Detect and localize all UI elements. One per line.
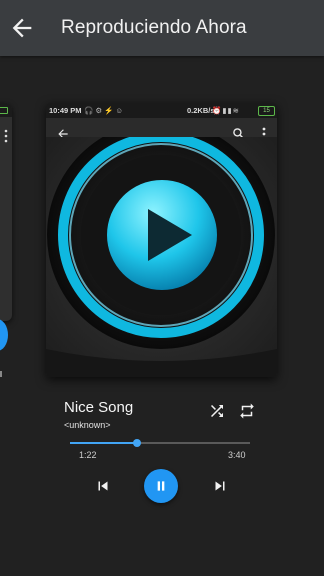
seek-progress	[70, 442, 138, 444]
song-title: Nice Song	[64, 399, 134, 416]
side-divider	[0, 371, 2, 377]
status-battery: 15	[258, 106, 275, 116]
side-play-button[interactable]	[0, 319, 8, 351]
seek-thumb[interactable]	[133, 439, 142, 447]
previous-track-card[interactable]	[0, 103, 12, 321]
song-artist: <unknown>	[64, 420, 111, 430]
total-time: 3:40	[228, 450, 246, 460]
skip-previous-icon[interactable]	[94, 477, 112, 495]
battery-icon	[0, 107, 8, 114]
side-status-bar	[0, 103, 12, 117]
status-system-icons: ⏰▮▮≋	[212, 106, 240, 115]
album-artwork	[46, 137, 277, 377]
status-notification-icons: 🎧⚙⚡☺	[84, 106, 126, 115]
status-speed: 0.2KB/s	[187, 106, 215, 115]
skip-next-icon[interactable]	[211, 477, 229, 495]
embedded-status-bar: 10:49 PM 🎧⚙⚡☺ 0.2KB/s ⏰▮▮≋ 15	[46, 103, 277, 118]
app-bar: Reproduciendo Ahora	[0, 0, 324, 56]
more-vert-icon	[4, 129, 8, 143]
shuffle-icon[interactable]	[208, 402, 226, 420]
pause-icon	[157, 481, 165, 491]
repeat-icon[interactable]	[238, 402, 256, 420]
page-title: Reproduciendo Ahora	[61, 17, 247, 38]
back-arrow-icon[interactable]	[8, 14, 36, 42]
artwork-card[interactable]: 10:49 PM 🎧⚙⚡☺ 0.2KB/s ⏰▮▮≋ 15	[46, 103, 277, 377]
seek-bar[interactable]	[70, 439, 250, 447]
elapsed-time: 1:22	[79, 450, 97, 460]
status-time: 10:49 PM	[49, 106, 82, 115]
play-pause-button[interactable]	[144, 469, 178, 503]
